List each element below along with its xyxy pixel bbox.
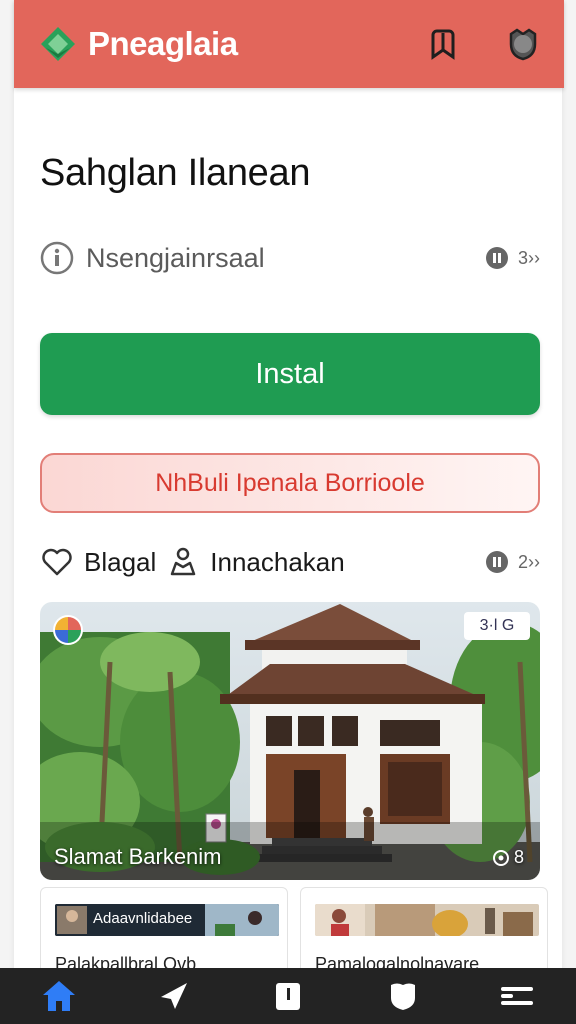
secondary-action-button[interactable]: NhBuli Ipenala Borrioole <box>40 453 540 513</box>
related-card[interactable]: Adaavnlidabee Palakpallbral Ovb <box>40 887 288 977</box>
hero-image[interactable]: 3·l G Slamat Barkenim 8 <box>40 602 540 880</box>
action-count-badge[interactable]: 2›› <box>484 549 540 575</box>
meta-text: Nsengjainrsaal <box>86 242 265 273</box>
install-button[interactable]: Instal <box>40 333 540 415</box>
bookmark-icon[interactable] <box>424 25 462 63</box>
action-count: 2›› <box>518 551 540 572</box>
hero-count: 8 <box>513 847 524 867</box>
share-people-icon[interactable] <box>166 545 200 579</box>
chat-bubble-icon <box>486 247 508 269</box>
heart-shield-icon[interactable] <box>504 25 542 63</box>
app-header: Pneaglaia <box>14 0 564 88</box>
nav-menu[interactable] <box>498 977 536 1015</box>
diamond-logo-icon <box>41 27 75 61</box>
page-title: Sahglan Ilanean <box>40 152 311 194</box>
app-screen: Pneaglaia Sahglan Ilanean Nsengjainrsaal <box>0 0 576 1024</box>
app-title: Pneaglaia <box>88 25 238 62</box>
hero-tag[interactable]: 3·l G <box>464 612 530 640</box>
nav-clipboard[interactable] <box>269 977 307 1015</box>
bottom-navigation <box>0 968 576 1024</box>
action-row: Blagal Innachakan 2›› <box>40 542 540 582</box>
hero-caption: Slamat Barkenim <box>54 844 222 869</box>
card-banner-text: Adaavnlidabee <box>93 910 193 927</box>
like-label[interactable]: Blagal <box>84 547 156 578</box>
house-photo <box>40 602 540 880</box>
image-count-icon <box>492 849 509 866</box>
meta-row: Nsengjainrsaal 3›› <box>40 240 540 276</box>
card-banner-image <box>315 904 539 936</box>
chat-bubble-icon <box>486 551 508 573</box>
heart-icon[interactable] <box>40 545 74 579</box>
meta-count-badge[interactable]: 3›› <box>484 245 540 271</box>
related-card[interactable]: Pamalogalnolnavare <box>300 887 548 977</box>
nav-home[interactable] <box>40 977 78 1015</box>
send-icon <box>160 983 187 1009</box>
card-banner: Adaavnlidabee <box>55 904 279 936</box>
menu-icon <box>501 987 533 1005</box>
hero-counter[interactable]: 8 <box>492 847 524 868</box>
share-label[interactable]: Innachakan <box>210 547 474 578</box>
card-banner <box>315 904 539 936</box>
home-icon <box>43 981 75 1011</box>
nav-shield[interactable] <box>384 977 422 1015</box>
info-icon <box>40 241 74 275</box>
clipboard-icon <box>276 983 300 1010</box>
meta-count: 3›› <box>518 247 540 268</box>
shield-icon <box>390 983 415 1010</box>
nav-send[interactable] <box>155 977 193 1015</box>
publisher-logo-icon <box>53 615 83 645</box>
